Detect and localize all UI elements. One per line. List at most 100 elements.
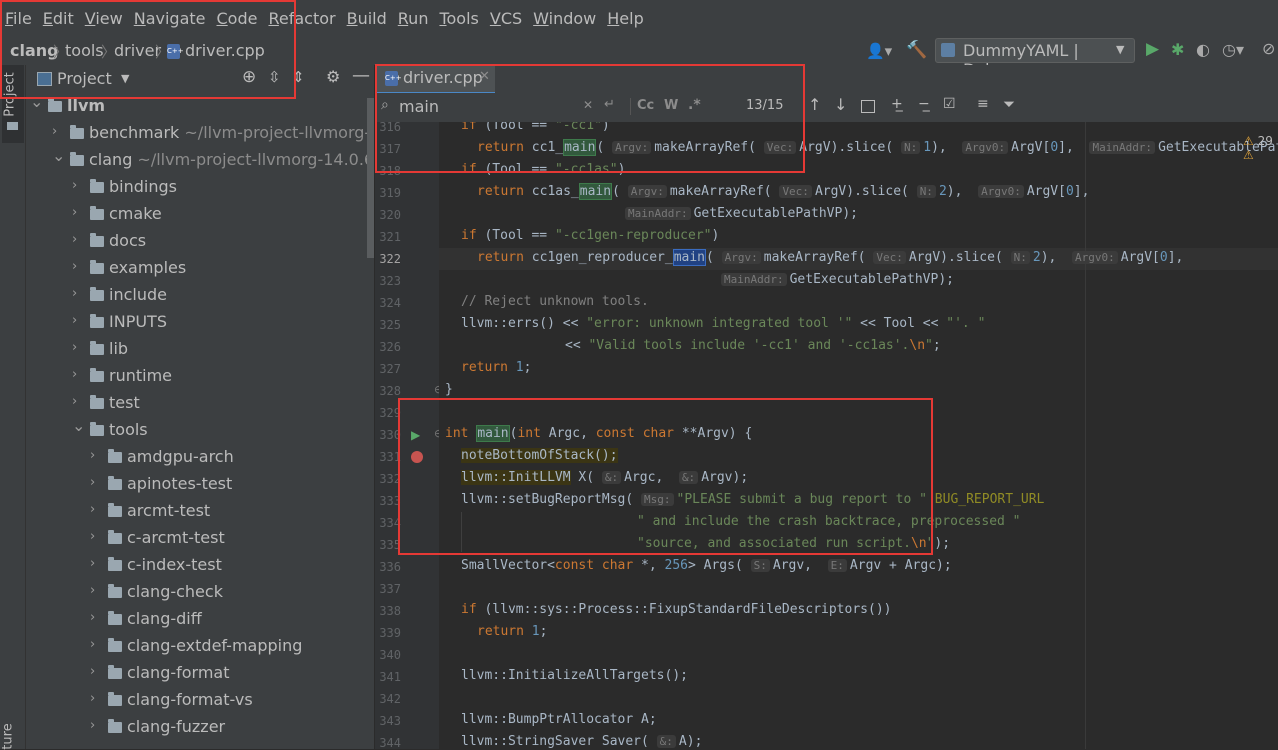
code-line: return 1;: [461, 360, 532, 375]
filter-icon[interactable]: ⏷: [1003, 95, 1015, 113]
remove-occurrence-icon[interactable]: −̲: [918, 96, 930, 112]
warnings-indicator[interactable]: ⚠ 29 ⚠: [1243, 134, 1278, 162]
previous-match-icon[interactable]: ↑: [808, 95, 821, 114]
tree-item[interactable]: › clang-check: [26, 579, 366, 606]
vcs-user-icon[interactable]: 👤▾: [866, 42, 892, 60]
run-icon[interactable]: ▶: [1146, 39, 1159, 59]
coverage-icon[interactable]: ◐: [1196, 40, 1210, 59]
line-number: 325: [379, 318, 401, 332]
tree-item[interactable]: › clang-format-vs: [26, 687, 366, 714]
tree-item-label: arcmt-test: [127, 501, 211, 520]
menu-item-run[interactable]: Run: [393, 9, 435, 28]
chevron-right-icon[interactable]: ›: [90, 502, 102, 517]
menu-item-build[interactable]: Build: [342, 9, 393, 28]
chevron-right-icon[interactable]: ›: [72, 259, 84, 274]
tree-scrollbar[interactable]: [367, 93, 374, 749]
tree-item[interactable]: › c-index-test: [26, 552, 366, 579]
menu-item-help[interactable]: Help: [602, 9, 649, 28]
code-line: SmallVector<const char *, 256> Args( S: A…: [461, 558, 952, 573]
tree-item[interactable]: › bindings: [26, 174, 366, 201]
profile-icon[interactable]: ◷▾: [1222, 40, 1244, 59]
chevron-down-icon[interactable]: ⌄: [72, 416, 85, 435]
chevron-right-icon[interactable]: ›: [72, 340, 84, 355]
code-line: << "Valid tools include '-cc1' and '-cc1…: [565, 338, 941, 353]
tree-item[interactable]: › include: [26, 282, 366, 309]
run-configuration-select[interactable]: DummyYAML | Debug ▼: [935, 38, 1135, 79]
folder-icon: [7, 122, 18, 130]
filter-search-results-icon[interactable]: ≡: [977, 96, 989, 112]
tree-item[interactable]: › INPUTS: [26, 309, 366, 336]
chevron-right-icon[interactable]: ›: [90, 583, 102, 598]
line-number: 340: [379, 648, 401, 662]
chevron-right-icon[interactable]: ›: [90, 448, 102, 463]
build-hammer-icon[interactable]: 🔨: [906, 40, 927, 60]
folder-icon: [108, 692, 122, 706]
chevron-right-icon[interactable]: ›: [72, 286, 84, 301]
tree-item-label: cmake: [109, 204, 162, 223]
chevron-right-icon[interactable]: ›: [90, 637, 102, 652]
menu-item-tools[interactable]: Tools: [434, 9, 484, 28]
folder-icon: [90, 206, 104, 220]
chevron-right-icon[interactable]: ›: [72, 313, 84, 328]
folder-icon: [108, 611, 122, 625]
folder-icon: [108, 584, 122, 598]
tree-item-label: c-index-test: [127, 555, 222, 574]
tree-item[interactable]: › clang-format: [26, 660, 366, 687]
tree-item[interactable]: › amdgpu-arch: [26, 444, 366, 471]
line-number: 327: [379, 362, 401, 376]
tree-item-text: clang-extdef-mapping: [127, 636, 302, 655]
chevron-down-icon[interactable]: ⌄: [52, 146, 65, 165]
code-line: return cc1as_main( Argv: makeArrayRef( Ve…: [477, 183, 1090, 200]
tree-item[interactable]: › clang-extdef-mapping: [26, 633, 366, 660]
hide-panel-icon[interactable]: —: [352, 65, 370, 86]
tree-item-label: clang-format-vs: [127, 690, 253, 709]
chevron-right-icon[interactable]: ›: [72, 367, 84, 382]
chevron-right-icon[interactable]: ›: [72, 178, 84, 193]
tree-item-text: clang-check: [127, 582, 223, 601]
tree-item[interactable]: › arcmt-test: [26, 498, 366, 525]
chevron-right-icon[interactable]: ›: [72, 232, 84, 247]
tree-item[interactable]: ⌄ clang ~/llvm-project-llvmorg-14.0.6/cla…: [26, 146, 374, 174]
tree-item[interactable]: › c-arcmt-test: [26, 525, 366, 552]
chevron-right-icon[interactable]: ›: [90, 718, 102, 733]
tree-item-text: INPUTS: [109, 312, 167, 331]
code-line: }: [445, 382, 453, 397]
chevron-right-icon[interactable]: ›: [90, 529, 102, 544]
folder-icon: [90, 395, 104, 409]
menu-item-window[interactable]: Window: [528, 9, 602, 28]
next-match-icon[interactable]: ↓: [834, 95, 847, 114]
chevron-right-icon[interactable]: ›: [90, 664, 102, 679]
add-occurrence-icon[interactable]: +̲: [891, 96, 903, 112]
line-number: 319: [379, 186, 401, 200]
gear-icon[interactable]: ⚙: [326, 67, 340, 86]
tree-item[interactable]: › benchmark ~/llvm-project-llvmorg-14.0.6: [26, 120, 374, 147]
open-in-window-icon[interactable]: [861, 100, 875, 113]
chevron-right-icon[interactable]: ›: [72, 205, 84, 220]
chevron-right-icon[interactable]: ›: [90, 475, 102, 490]
folder-icon: [108, 719, 122, 733]
scrollbar-thumb[interactable]: [367, 98, 374, 258]
chevron-right-icon[interactable]: ›: [90, 610, 102, 625]
tree-item[interactable]: › cmake: [26, 201, 366, 228]
chevron-right-icon[interactable]: ›: [90, 556, 102, 571]
tree-item[interactable]: › lib: [26, 336, 366, 363]
select-all-occurrences-icon[interactable]: ☑: [943, 96, 956, 112]
tree-item[interactable]: › apinotes-test: [26, 471, 366, 498]
tree-item[interactable]: › clang-diff: [26, 606, 366, 633]
tree-item[interactable]: › test: [26, 390, 366, 417]
chevron-right-icon[interactable]: ›: [52, 124, 64, 139]
chevron-right-icon[interactable]: ›: [90, 691, 102, 706]
tree-item[interactable]: › clang-fuzzer: [26, 714, 366, 741]
debug-icon[interactable]: ✱: [1171, 40, 1184, 59]
tree-item[interactable]: ⌄ tools: [26, 416, 366, 444]
chevron-right-icon[interactable]: ›: [72, 394, 84, 409]
tree-item-label: include: [109, 285, 167, 304]
stop-icon[interactable]: ⊘: [1262, 39, 1275, 58]
tree-item[interactable]: › examples: [26, 255, 366, 282]
tree-item-text: clang-fuzzer: [127, 717, 225, 736]
tree-item-text: bindings: [109, 177, 177, 196]
tree-item[interactable]: › runtime: [26, 363, 366, 390]
tree-item[interactable]: › docs: [26, 228, 366, 255]
menu-item-vcs[interactable]: VCS: [485, 9, 528, 28]
structure-stripe-label[interactable]: ture: [1, 723, 16, 749]
